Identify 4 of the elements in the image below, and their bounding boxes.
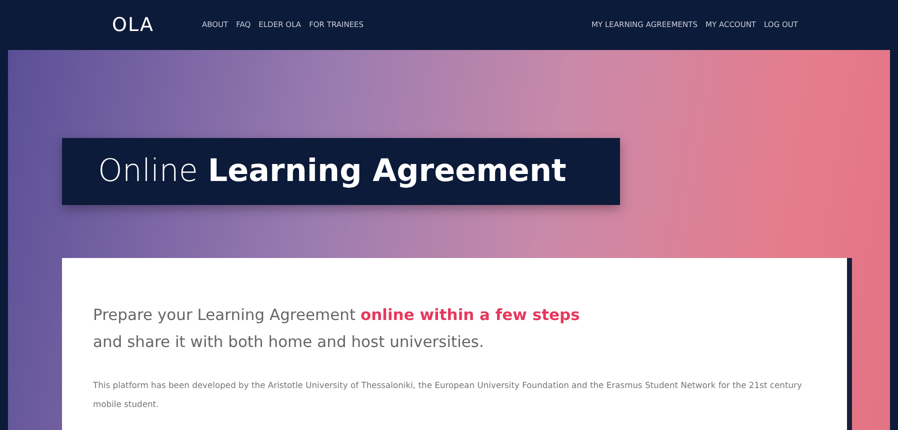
intro-text: Prepare your Learning Agreement online within a few steps and share it with both home and host universities. bbox=[93, 305, 581, 353]
description-text: This platform has been developed by the Aristotle University of Thessaloniki, the European University Foundation and the Erasmus Student Network for the 21st century mobile student. bbox=[93, 379, 803, 411]
hero-title: Online Learning Agreement bbox=[62, 138, 620, 205]
logo[interactable]: OLA bbox=[112, 10, 154, 40]
